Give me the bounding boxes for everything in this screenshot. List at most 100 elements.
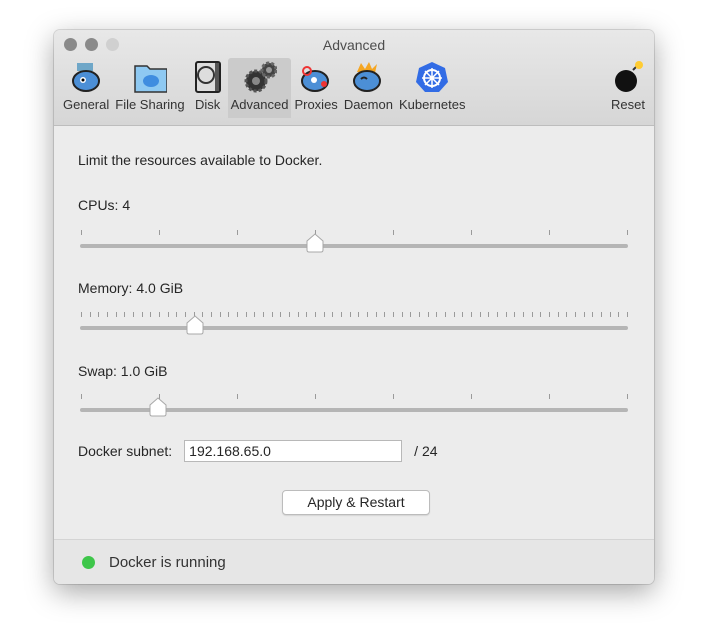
whale-daemon-icon [351,60,385,94]
slider-tick [393,230,394,235]
slider-tick [263,312,264,317]
slider-tick [393,312,394,317]
slider-tick [254,312,256,317]
slider-tick [462,312,464,317]
slider-tick [471,230,472,235]
slider-tick [115,312,117,317]
slider-tick [549,230,550,235]
slider-tick [445,312,446,317]
slider-tick [159,312,160,317]
gears-icon [243,60,277,94]
slider-tick [107,312,108,317]
slider-tick [410,312,412,317]
tab-daemon[interactable]: Daemon [341,58,396,118]
slider-tick [497,312,498,317]
slider-tick [289,312,290,317]
cpus-slider[interactable] [80,224,628,254]
bomb-icon [611,60,645,94]
slider-tick [531,312,533,317]
status-text: Docker is running [109,553,226,571]
docker-whale-icon [69,60,103,94]
swap-slider[interactable] [80,388,628,418]
slider-tick [141,312,143,317]
tab-label: Proxies [294,97,338,112]
tab-general[interactable]: General [60,58,112,118]
slider-tick [618,312,620,317]
memory-label: Memory: 4.0 GiB [78,280,184,296]
slider-tick [592,312,594,317]
slider-tick [575,312,576,317]
status-bar: Docker is running [54,539,654,584]
slider-tick [89,312,91,317]
slider-tick [306,312,308,317]
slider-tick [81,394,82,399]
slider-tick [315,394,316,399]
slider-tick [401,312,403,317]
slider-tick [297,312,299,317]
slider-tick [566,312,568,317]
slider-tick [436,312,438,317]
slider-tick [332,312,334,317]
slider-tick [245,312,247,317]
slider-tick [176,312,178,317]
slider-tick [627,312,628,317]
apply-restart-button[interactable]: Apply & Restart [282,490,430,515]
subnet-input[interactable]: 192.168.65.0 [184,440,403,462]
slider-tick [549,312,550,317]
tab-file-sharing[interactable]: File Sharing [112,58,187,118]
slider-tick [358,312,360,317]
slider-tick [349,312,351,317]
whale-proxies-icon [299,60,333,94]
slider-tick [375,312,377,317]
tab-label: Disk [194,97,221,112]
slider-tick [471,312,472,317]
slider-tick [627,394,628,399]
slider-tick [211,312,212,317]
tab-advanced[interactable]: Advanced [227,58,292,118]
status-indicator-icon [82,555,95,569]
tab-proxies[interactable]: Proxies [291,58,340,118]
subnet-label: Docker subnet: [78,443,173,459]
slider-thumb[interactable] [185,315,205,335]
reset-button[interactable]: Reset [608,58,648,118]
slider-tick [453,312,455,317]
slider-tick [367,312,368,317]
slider-tick [393,394,394,399]
toolbar: General File Sharing Disk Advanced Proxi… [60,58,648,124]
slider-tick [384,312,386,317]
slider-track [80,244,628,248]
intro-text: Limit the resources available to Docker. [78,152,323,168]
slider-tick [557,312,559,317]
slider-tick [514,312,516,317]
cpus-label: CPUs: 4 [78,197,131,213]
slider-thumb[interactable] [305,233,325,253]
memory-slider[interactable] [80,306,628,336]
slider-tick [81,230,82,235]
folder-icon [133,60,167,94]
slider-tick [81,312,82,317]
advanced-panel: Limit the resources available to Docker.… [54,126,654,540]
slider-thumb[interactable] [148,397,168,417]
slider-tick [341,312,342,317]
slider-tick [237,394,238,399]
slider-tick [124,312,126,317]
tab-label: General [63,97,110,112]
slider-tick [237,312,238,317]
slider-tick [280,312,282,317]
slider-tick [98,312,100,317]
tab-disk[interactable]: Disk [188,58,228,118]
title-bar: Advanced General File Sharing Disk Advan… [54,30,654,126]
tab-label: Kubernetes [398,97,466,112]
slider-tick [159,230,160,235]
slider-tick [523,312,524,317]
tab-label: Advanced [230,97,289,112]
slider-tick [419,312,420,317]
reset-label: Reset [611,97,645,112]
slider-tick [609,312,611,317]
tab-kubernetes[interactable]: Kubernetes [396,58,469,118]
tab-label: Daemon [343,97,393,112]
tab-label: File Sharing [115,97,185,112]
slider-tick [219,312,221,317]
disk-icon [191,60,225,94]
slider-tick [228,312,230,317]
